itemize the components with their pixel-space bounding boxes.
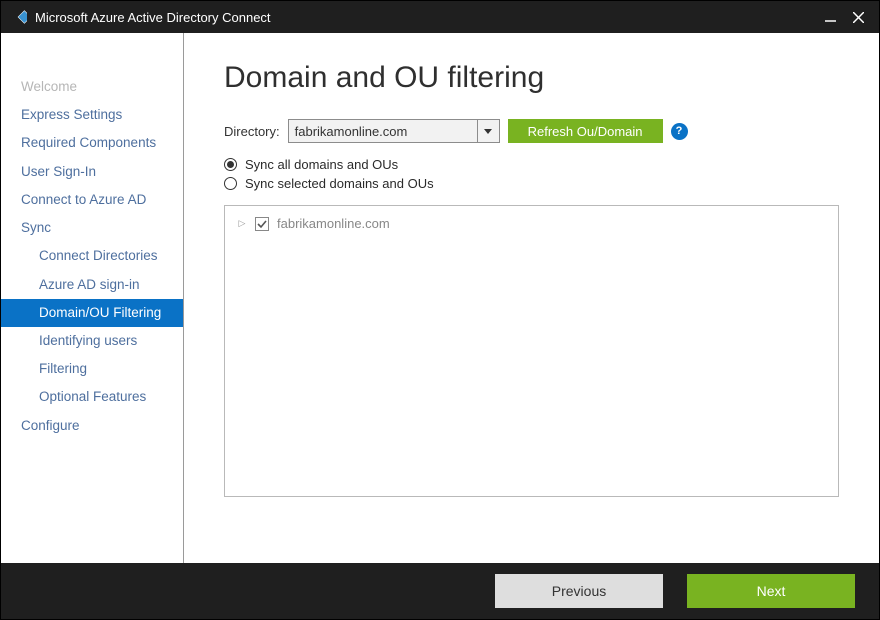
window-title: Microsoft Azure Active Directory Connect (35, 10, 823, 25)
sidebar-item[interactable]: Azure AD sign-in (1, 271, 183, 299)
directory-label: Directory: (224, 124, 280, 139)
titlebar: Microsoft Azure Active Directory Connect (1, 1, 879, 33)
directory-select-value: fabrikamonline.com (289, 120, 477, 142)
sidebar-item[interactable]: Optional Features (1, 383, 183, 411)
page-title: Domain and OU filtering (224, 61, 839, 95)
radio-icon (224, 177, 237, 190)
wizard-sidebar: WelcomeExpress SettingsRequired Componen… (1, 33, 184, 563)
sidebar-item[interactable]: Connect to Azure AD (1, 186, 183, 214)
refresh-ou-domain-button[interactable]: Refresh Ou/Domain (508, 119, 663, 143)
sidebar-item[interactable]: Configure (1, 412, 183, 440)
sidebar-item[interactable]: Domain/OU Filtering (1, 299, 183, 327)
sidebar-item[interactable]: Connect Directories (1, 242, 183, 270)
directory-select[interactable]: fabrikamonline.com (288, 119, 500, 143)
tree-expand-icon[interactable]: ▷ (237, 219, 247, 229)
directory-row: Directory: fabrikamonline.com Refresh Ou… (224, 119, 839, 143)
sidebar-item[interactable]: Required Components (1, 129, 183, 157)
radio-label: Sync all domains and OUs (245, 157, 398, 172)
main-body: WelcomeExpress SettingsRequired Componen… (1, 33, 879, 563)
sidebar-item[interactable]: Filtering (1, 355, 183, 383)
sidebar-item[interactable]: User Sign-In (1, 158, 183, 186)
sidebar-item[interactable]: Sync (1, 214, 183, 242)
minimize-button[interactable] (823, 10, 837, 24)
help-icon[interactable]: ? (671, 123, 688, 140)
domain-tree: ▷ fabrikamonline.com (224, 205, 839, 497)
radio-sync-selected[interactable]: Sync selected domains and OUs (224, 176, 839, 191)
content-pane: Domain and OU filtering Directory: fabri… (184, 33, 879, 563)
tree-checkbox[interactable] (255, 217, 269, 231)
wizard-footer: Previous Next (1, 563, 879, 619)
radio-icon (224, 158, 237, 171)
next-button[interactable]: Next (687, 574, 855, 608)
sidebar-item[interactable]: Identifying users (1, 327, 183, 355)
azure-logo-icon (9, 8, 27, 26)
dropdown-caret-icon[interactable] (477, 120, 499, 142)
radio-label: Sync selected domains and OUs (245, 176, 434, 191)
close-button[interactable] (851, 10, 865, 24)
tree-root-row[interactable]: ▷ fabrikamonline.com (237, 216, 826, 231)
tree-root-label: fabrikamonline.com (277, 216, 390, 231)
sidebar-item[interactable]: Express Settings (1, 101, 183, 129)
window-controls (823, 10, 871, 24)
sidebar-item: Welcome (1, 73, 183, 101)
previous-button[interactable]: Previous (495, 574, 663, 608)
radio-sync-all[interactable]: Sync all domains and OUs (224, 157, 839, 172)
